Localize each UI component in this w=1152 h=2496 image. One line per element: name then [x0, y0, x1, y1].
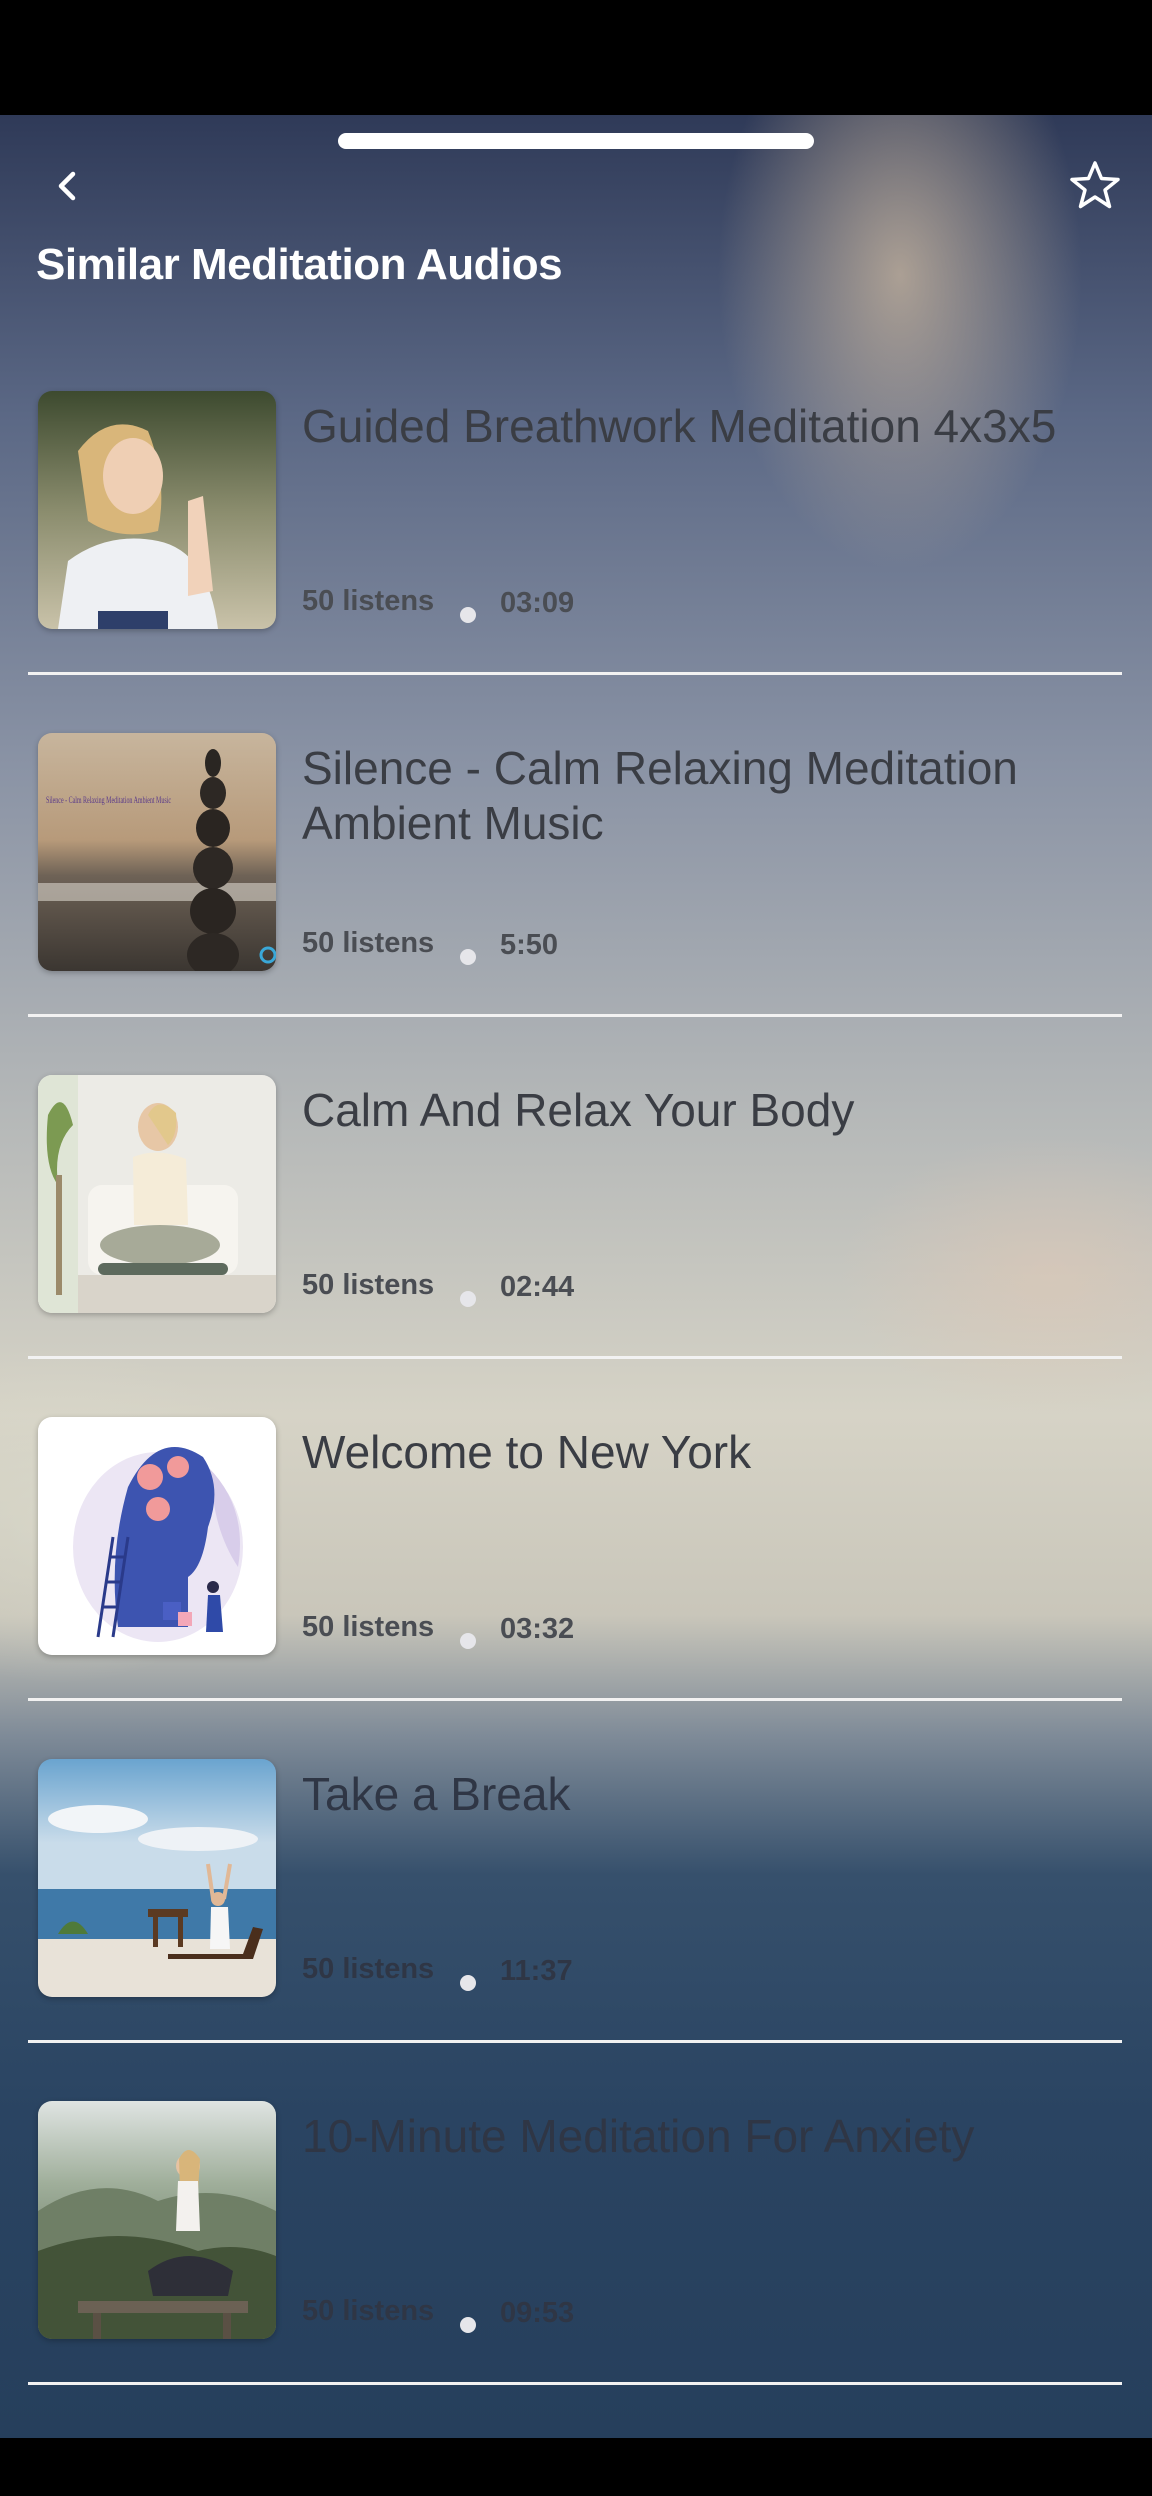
divider	[28, 1698, 1122, 1701]
audio-meta: 50 listens 09:53	[302, 2295, 802, 2335]
audio-title: Welcome to New York	[302, 1426, 752, 1478]
listens-count: 50 listens	[302, 927, 435, 959]
audio-duration: 11:37	[500, 1955, 573, 1987]
audio-title: Silence - Calm Relaxing Meditation Ambie…	[302, 742, 1018, 849]
list-item[interactable]: Guided Breathwork Meditation 4x3x5 50 li…	[0, 355, 1152, 697]
audio-meta: 50 listens 03:09	[302, 585, 802, 625]
list-item[interactable]: Calm And Relax Your Body 50 listens 02:4…	[0, 1039, 1152, 1381]
audio-title: 10-Minute Meditation For Anxiety	[302, 2110, 975, 2162]
audio-duration: 5:50	[500, 929, 559, 961]
list-item[interactable]: Take a Break 50 listens 11:37	[0, 1723, 1152, 2065]
audio-meta: 50 listens 03:32	[302, 1611, 802, 1651]
favorite-button[interactable]	[1064, 155, 1126, 217]
thumbnail-image	[38, 1075, 276, 1313]
thumbnail-image	[38, 1759, 276, 1997]
audio-meta: 50 listens 5:50	[302, 927, 802, 967]
divider	[28, 2040, 1122, 2043]
listens-count: 50 listens	[302, 1269, 435, 1301]
chevron-left-icon	[58, 171, 76, 201]
divider	[28, 1356, 1122, 1359]
thumbnail-caption: Silence - Calm Relaxing Meditation Ambie…	[46, 795, 171, 805]
audio-duration: 03:09	[500, 587, 575, 619]
list-item[interactable]: Silence - Calm Relaxing Meditation Ambie…	[0, 697, 1152, 1039]
listens-count: 50 listens	[302, 585, 435, 617]
audio-title: Calm And Relax Your Body	[302, 1084, 855, 1136]
divider	[28, 2382, 1122, 2385]
bottom-sheet: Similar Meditation Audios Guided Breathw…	[0, 115, 1152, 2438]
thumbnail-image	[38, 391, 276, 629]
separator-dot	[460, 2317, 476, 2333]
separator-dot	[460, 1633, 476, 1649]
star-outline-icon	[1070, 161, 1120, 209]
separator-dot	[460, 1975, 476, 1991]
listens-count: 50 listens	[302, 1611, 435, 1643]
list-item[interactable]: Welcome to New York 50 listens 03:32	[0, 1381, 1152, 1723]
list-item[interactable]: 10-Minute Meditation For Anxiety 50 list…	[0, 2065, 1152, 2407]
listens-count: 50 listens	[302, 2295, 435, 2327]
separator-dot	[460, 949, 476, 965]
divider	[28, 672, 1122, 675]
back-button[interactable]	[40, 158, 96, 214]
audio-meta: 50 listens 11:37	[302, 1953, 802, 1993]
listens-count: 50 listens	[302, 1953, 435, 1985]
bottom-navigation-bar	[0, 2438, 1152, 2496]
separator-dot	[460, 607, 476, 623]
thumbnail-image	[38, 1417, 276, 1655]
audio-title: Take a Break	[302, 1768, 571, 1820]
page-title: Similar Meditation Audios	[36, 240, 563, 289]
sheet-drag-handle[interactable]	[338, 133, 814, 149]
divider	[28, 1014, 1122, 1017]
thumbnail-image	[38, 2101, 276, 2339]
audio-title: Guided Breathwork Meditation 4x3x5	[302, 400, 1057, 452]
audio-list: Guided Breathwork Meditation 4x3x5 50 li…	[0, 355, 1152, 2407]
audio-duration: 03:32	[500, 1613, 575, 1645]
thumbnail-image: Silence - Calm Relaxing Meditation Ambie…	[38, 733, 276, 971]
separator-dot	[460, 1291, 476, 1307]
audio-meta: 50 listens 02:44	[302, 1269, 802, 1309]
audio-duration: 02:44	[500, 1271, 575, 1303]
status-bar	[0, 0, 1152, 115]
audio-duration: 09:53	[500, 2297, 575, 2329]
